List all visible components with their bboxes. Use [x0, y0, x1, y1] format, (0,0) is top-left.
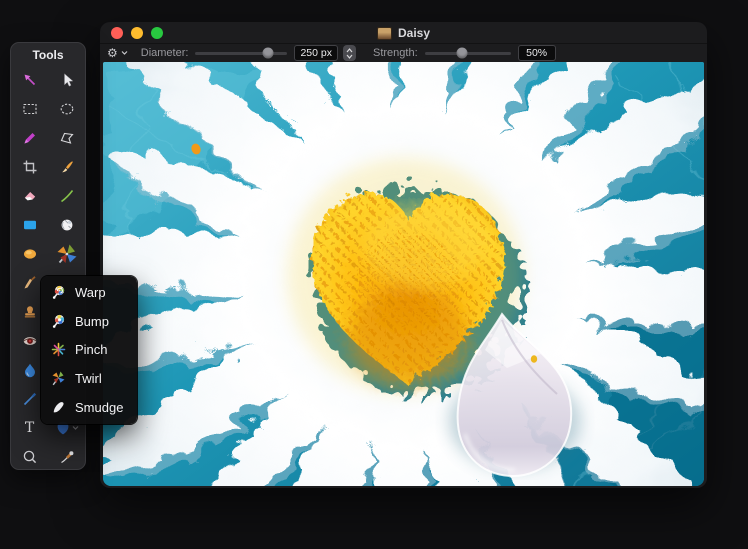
warp-icon — [50, 284, 67, 301]
clone-stamp-icon — [22, 304, 38, 320]
red-eye-icon — [22, 333, 38, 349]
crop-tool-icon — [22, 159, 38, 175]
texture-sphere-icon — [59, 217, 75, 233]
tool-pencil[interactable] — [48, 181, 85, 210]
menu-item-label: Smudge — [75, 400, 123, 415]
tool-quick-select[interactable] — [11, 123, 48, 152]
twirl-icon — [50, 370, 67, 387]
eyedropper-icon — [59, 449, 75, 465]
menu-item-twirl[interactable]: Twirl — [41, 364, 137, 393]
gradient-tool-icon — [22, 246, 38, 262]
menu-item-label: Bump — [75, 314, 109, 329]
strength-label: Strength: — [373, 47, 418, 59]
chevron-down-icon — [121, 50, 128, 56]
tool-zoom[interactable] — [11, 442, 48, 471]
gear-icon: ⚙ — [107, 46, 118, 60]
strength-value-field[interactable]: 50% — [518, 45, 556, 61]
minimize-button[interactable] — [131, 27, 143, 39]
window-title: Daisy — [398, 26, 430, 40]
diameter-slider-thumb[interactable] — [263, 48, 274, 59]
tool-move[interactable] — [11, 65, 48, 94]
tool-crop[interactable] — [11, 152, 48, 181]
tool-eraser[interactable] — [11, 181, 48, 210]
menu-item-label: Warp — [75, 285, 106, 300]
eraser-tool-icon — [22, 188, 38, 204]
bump-icon — [50, 313, 67, 330]
zoom-button[interactable] — [151, 27, 163, 39]
tool-ellipse-marquee[interactable] — [48, 94, 85, 123]
document-window: Daisy ⚙ Diameter: 250 px Strength: 50% — [100, 22, 707, 488]
menu-item-warp[interactable]: Warp — [41, 278, 137, 307]
tool-brush[interactable] — [48, 152, 85, 181]
warp-tools-menu: Warp Bump Pinch Twirl Smudge — [41, 276, 137, 424]
quick-select-icon — [22, 130, 38, 146]
brush-tool-icon — [59, 159, 75, 175]
desktop: { "desktop": { "background": "#0f0f11" }… — [0, 0, 748, 549]
pen-tool-icon — [22, 391, 38, 407]
trowel-tool-icon — [22, 275, 38, 291]
stepper-down-icon — [346, 54, 353, 59]
text-tool-icon: T — [25, 421, 34, 435]
menu-item-label: Twirl — [75, 371, 102, 386]
tool-polygon-lasso[interactable] — [48, 123, 85, 152]
diameter-slider[interactable] — [195, 52, 287, 55]
tool-options-bar: ⚙ Diameter: 250 px Strength: 50% — [100, 44, 707, 62]
tool-rect-marquee[interactable] — [11, 94, 48, 123]
diameter-stepper[interactable] — [343, 45, 356, 61]
rect-marquee-icon — [22, 101, 38, 117]
menu-item-label: Pinch — [75, 342, 108, 357]
smudge-icon — [50, 399, 67, 416]
tool-texture-sphere[interactable] — [48, 210, 85, 239]
water-drop-icon — [22, 362, 38, 378]
document-thumbnail-icon — [377, 27, 392, 40]
tool-warp-distort-selected[interactable] — [48, 239, 85, 268]
strength-slider-thumb[interactable] — [456, 48, 467, 59]
tool-gradient[interactable] — [11, 239, 48, 268]
tool-shape[interactable] — [11, 210, 48, 239]
tool-eyedropper[interactable] — [48, 442, 85, 471]
pointer-tool-icon — [59, 72, 75, 88]
image-canvas[interactable] — [103, 62, 704, 486]
magnifier-icon — [22, 449, 38, 465]
menu-item-smudge[interactable]: Smudge — [41, 393, 137, 422]
warp-pinwheel-icon — [56, 243, 78, 265]
close-button[interactable] — [111, 27, 123, 39]
menu-item-bump[interactable]: Bump — [41, 307, 137, 336]
tool-pointer[interactable] — [48, 65, 85, 94]
diameter-value-field[interactable]: 250 px — [294, 45, 338, 61]
pinch-icon — [50, 341, 67, 358]
titlebar[interactable]: Daisy — [100, 22, 707, 44]
traffic-lights — [100, 27, 163, 39]
diameter-label: Diameter: — [141, 47, 189, 59]
stepper-up-icon — [346, 48, 353, 53]
shape-tool-icon — [22, 217, 38, 233]
strength-slider[interactable] — [425, 52, 511, 55]
move-tool-icon — [22, 72, 38, 88]
tool-settings-button[interactable]: ⚙ — [107, 46, 128, 60]
ellipse-marquee-icon — [59, 101, 75, 117]
chevron-down-icon — [72, 425, 79, 431]
window-title-wrap: Daisy — [100, 22, 707, 44]
tools-palette-title: Tools — [11, 43, 85, 64]
pencil-tool-icon — [59, 188, 75, 204]
polygon-lasso-icon — [59, 130, 75, 146]
menu-item-pinch[interactable]: Pinch — [41, 336, 137, 365]
daisy-image — [103, 62, 704, 486]
